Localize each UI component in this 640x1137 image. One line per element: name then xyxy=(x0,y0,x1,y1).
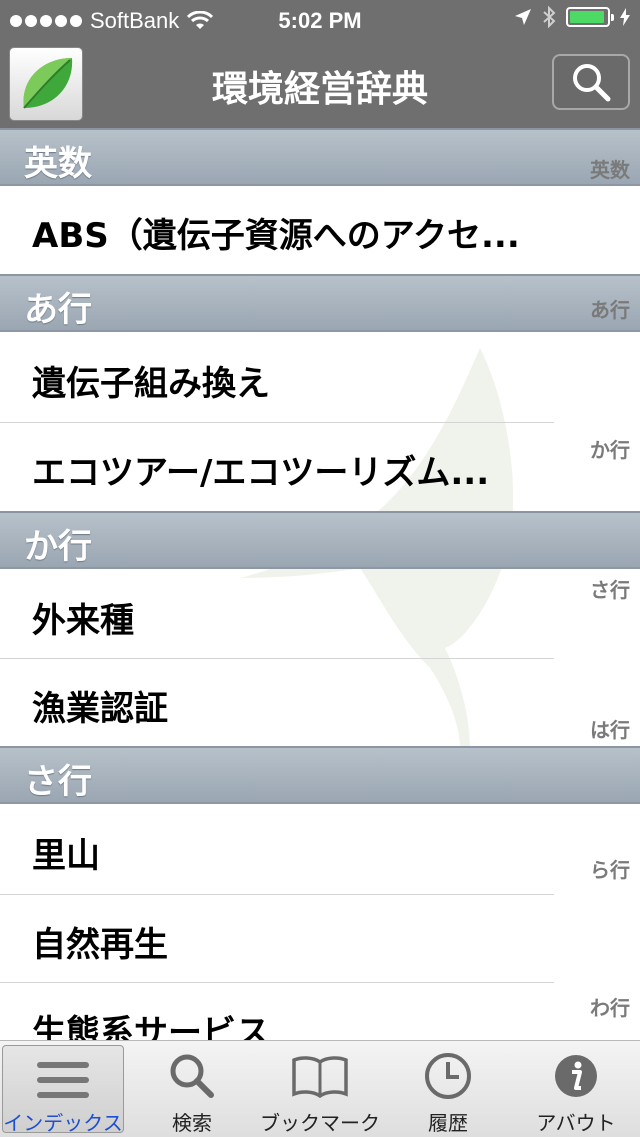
list-icon xyxy=(33,1051,93,1109)
list-item-label: 遺伝子組み換え xyxy=(32,364,270,404)
index-item[interactable]: さ行 xyxy=(590,574,630,603)
battery-icon xyxy=(566,7,614,27)
list-item[interactable]: 外来種 xyxy=(0,571,640,659)
page-title: 環境経営辞典 xyxy=(211,69,428,110)
list-item-label: エコツアー/エコツーリズム... xyxy=(32,453,490,493)
index-item[interactable]: 英数 xyxy=(590,154,630,183)
tab-index[interactable]: インデックス xyxy=(2,1045,124,1135)
list-item[interactable]: 遺伝子組み換え xyxy=(0,334,640,422)
section-title: か行 xyxy=(24,527,92,567)
status-bar: SoftBank 5:02 PM xyxy=(0,0,640,40)
tab-bookmarks[interactable]: ブックマーク xyxy=(256,1041,384,1137)
list-item-label: ABS（遺伝子資源へのアクセ... xyxy=(32,216,520,256)
section-index[interactable]: 英数 あ行 か行 さ行 は行 ら行 わ行 xyxy=(554,128,640,1040)
section-header-alnum: 英数 xyxy=(0,128,640,186)
list-item[interactable]: 自然再生 xyxy=(0,895,640,983)
status-right xyxy=(514,6,630,28)
navigation-bar: 環境経営辞典 xyxy=(0,40,640,128)
location-arrow-icon xyxy=(515,9,531,25)
section-title: さ行 xyxy=(24,762,92,802)
list-item[interactable]: エコツアー/エコツーリズム... xyxy=(0,423,640,511)
list-item[interactable]: ABS（遺伝子資源へのアクセ... xyxy=(0,186,640,274)
tab-label: 履歴 xyxy=(428,1111,468,1135)
info-icon xyxy=(546,1047,606,1105)
tab-search[interactable]: 検索 xyxy=(128,1041,256,1137)
index-item[interactable]: わ行 xyxy=(590,992,630,1021)
list-item[interactable]: 生態系サービス xyxy=(0,983,640,1040)
search-icon xyxy=(573,64,611,102)
index-list[interactable]: 英数 ABS（遺伝子資源へのアクセ... あ行 遺伝子組み換え エコツアー/エコ… xyxy=(0,128,640,1040)
index-item[interactable]: ら行 xyxy=(590,854,630,883)
tab-label: 検索 xyxy=(172,1111,212,1135)
index-item[interactable]: か行 xyxy=(590,434,630,463)
tab-label: インデックス xyxy=(3,1111,123,1135)
tab-label: ブックマーク xyxy=(260,1111,380,1135)
charging-bolt-icon xyxy=(620,8,630,26)
list-item-label: 生態系サービス xyxy=(32,1013,270,1040)
section-title: 英数 xyxy=(24,144,92,184)
list-item[interactable]: 漁業認証 xyxy=(0,659,640,747)
search-button[interactable] xyxy=(552,54,630,110)
section-header-a: あ行 xyxy=(0,274,640,332)
section-header-ka: か行 xyxy=(0,511,640,569)
clock-icon xyxy=(418,1047,478,1105)
book-icon xyxy=(290,1047,350,1105)
index-item[interactable]: は行 xyxy=(590,714,630,743)
list-item-label: 漁業認証 xyxy=(32,689,168,729)
tab-about[interactable]: アバウト xyxy=(512,1041,640,1137)
section-header-sa: さ行 xyxy=(0,746,640,804)
bluetooth-icon xyxy=(543,6,556,28)
tab-label: アバウト xyxy=(536,1111,616,1135)
index-item[interactable]: あ行 xyxy=(590,294,630,323)
list-item-label: 里山 xyxy=(32,836,100,876)
section-title: あ行 xyxy=(24,290,92,330)
list-item[interactable]: 里山 xyxy=(0,806,640,894)
search-icon xyxy=(162,1047,222,1105)
tab-bar: インデックス 検索 ブックマーク 履歴 アバウト xyxy=(0,1040,640,1137)
list-item-label: 自然再生 xyxy=(32,925,168,965)
tab-history[interactable]: 履歴 xyxy=(384,1041,512,1137)
list-item-label: 外来種 xyxy=(32,601,134,641)
